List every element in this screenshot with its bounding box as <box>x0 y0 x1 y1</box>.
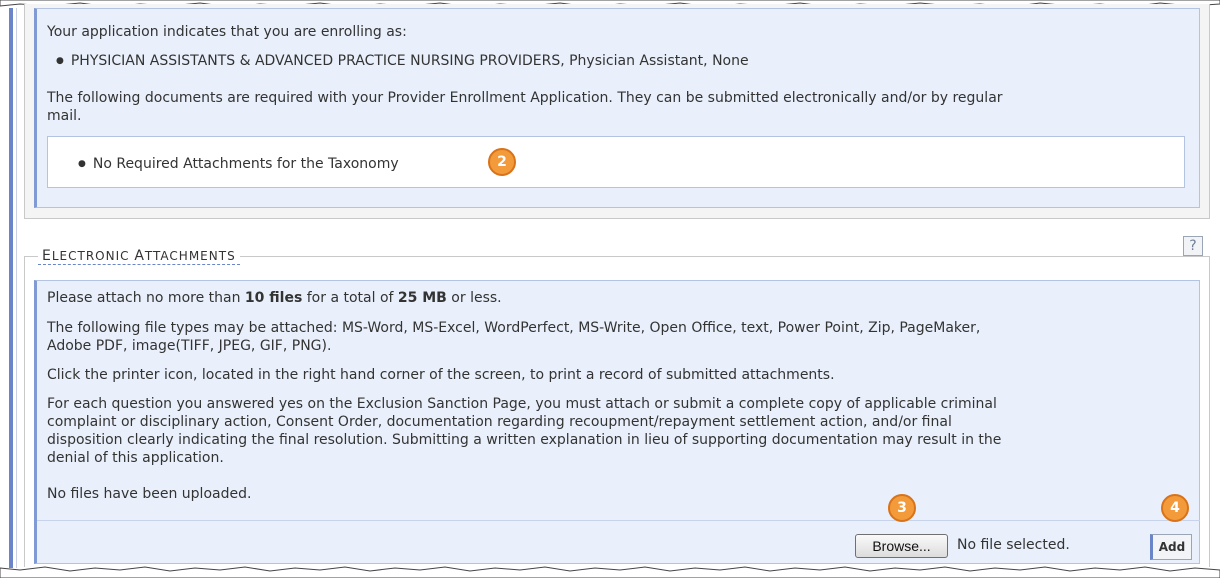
add-button[interactable]: Add <box>1150 534 1192 560</box>
attachment-list-item: No Required Attachments for the Taxonomy <box>78 156 399 172</box>
section-legend: ELECTRONIC ATTACHMENTS <box>38 248 240 265</box>
enrollment-role: PHYSICIAN ASSISTANTS & ADVANCED PRACTICE… <box>56 53 749 69</box>
callout-marker-2: 2 <box>488 148 516 176</box>
divider <box>37 520 1200 521</box>
browse-button[interactable]: Browse... <box>855 534 948 558</box>
help-icon[interactable]: ? <box>1183 236 1203 256</box>
printer-note: Click the printer icon, located in the r… <box>47 367 835 383</box>
required-docs-text-line1: The following documents are required wit… <box>47 90 1003 106</box>
page-left-border-inner <box>16 8 17 568</box>
exclusion-text-line3: disposition clearly indicating the final… <box>47 432 1002 448</box>
file-limit-text: Please attach no more than 10 files for … <box>47 290 502 306</box>
callout-marker-4: 4 <box>1161 494 1189 522</box>
file-types-line1: The following file types may be attached… <box>47 320 981 336</box>
file-types-line2: Adobe PDF, image(TIFF, JPEG, GIF, PNG). <box>47 338 332 354</box>
exclusion-text-line1: For each question you answered yes on th… <box>47 396 997 412</box>
page-left-border <box>9 8 13 568</box>
callout-marker-3: 3 <box>888 494 916 522</box>
exclusion-text-line4: denial of this application. <box>47 450 224 466</box>
file-selection-status: No file selected. <box>957 537 1070 553</box>
required-docs-text-line2: mail. <box>47 108 82 124</box>
enrollment-intro: Your application indicates that you are … <box>47 24 407 40</box>
torn-edge-bottom <box>0 566 1220 578</box>
no-files-status: No files have been uploaded. <box>47 486 252 502</box>
exclusion-text-line2: complaint or disciplinary action, Consen… <box>47 414 952 430</box>
